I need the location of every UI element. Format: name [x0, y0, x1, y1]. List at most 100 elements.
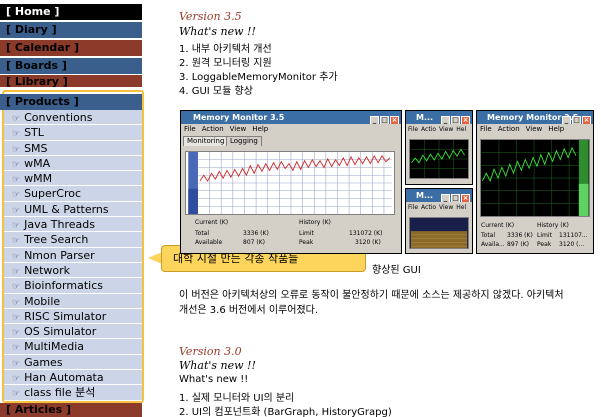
right-stats-peak-label: Peak [537, 241, 552, 248]
v35-item-4: 4. GUI 모듈 향상 [179, 86, 253, 97]
menu-action: Actio [421, 204, 437, 211]
pointing-hand-icon: ☞ [12, 205, 21, 216]
left-navigation: [ Home ] [ Diary ] [ Calendar ] [ Boards… [0, 0, 146, 417]
right-stats-avail-label: Availa... [481, 241, 505, 248]
main-stats-peak-label: Peak [299, 239, 314, 246]
product-item-label: Tree Search [24, 233, 89, 247]
pointing-hand-icon: ☞ [12, 343, 21, 354]
maximize-icon: □ [572, 116, 581, 124]
right-stats-total-value: 3336 (K) [507, 232, 533, 239]
close-icon: × [461, 116, 470, 124]
version-3-5-whats-new: What's new !! [179, 25, 256, 38]
pointing-hand-icon: ☞ [12, 144, 21, 155]
product-item-label: Bioinformatics [24, 279, 103, 293]
main-stats-limit-label: Limit [299, 230, 314, 237]
version-3-5-title: Version 3.5 [179, 10, 242, 23]
memory-monitor-window-small-top: M... _ □ × File Actio View Hel [405, 110, 473, 185]
nav-library[interactable]: [ Library ] [0, 75, 142, 87]
pointing-hand-icon: ☞ [12, 159, 21, 170]
product-item[interactable]: ☞ Conventions [4, 110, 142, 126]
menu-help: Hel [456, 204, 467, 211]
menu-action: Actio [421, 126, 437, 133]
right-stats-peak-value: 3120 (... [559, 241, 585, 248]
window-titlebar: M... _ □ × [406, 111, 472, 124]
product-item[interactable]: ☞ wMM [4, 171, 142, 187]
product-item[interactable]: ☞ Han Automata [4, 370, 142, 386]
product-item[interactable]: ☞ RISC Simulator [4, 308, 142, 325]
product-item[interactable]: ☞ MultiMedia [4, 339, 142, 355]
v35-description-line-1: 이 버전은 아키텍처상의 오류로 동작이 불안정하기 때문에 소스는 제공하지 … [179, 290, 564, 301]
menu-help: Hel [456, 126, 467, 133]
product-item[interactable]: ☞ class file 분석 [4, 385, 142, 401]
product-item-label: RISC Simulator [24, 309, 107, 323]
main-stats-total-label: Total [195, 230, 210, 237]
nav-home[interactable]: [ Home ] [0, 4, 142, 20]
product-item[interactable]: ☞ OS Simulator [4, 324, 142, 340]
memory-monitor-window-main: Memory Monitor 3.5 _ □ × File Action View Hel… [180, 110, 402, 254]
product-item[interactable]: ☞ Games [4, 354, 142, 371]
product-item[interactable]: ☞ Nmon Parser [4, 247, 142, 263]
pointing-hand-icon: ☞ [12, 297, 21, 308]
product-item[interactable]: ☞ Network [4, 262, 142, 279]
product-item[interactable]: ☞ STL [4, 125, 142, 141]
right-stats-current-header: Current (K) [481, 222, 515, 229]
product-item-label: STL [24, 126, 44, 140]
product-item-label: UML & Patterns [24, 202, 109, 216]
product-item-label: SuperCroc [24, 187, 82, 201]
v35-item-1: 1. 내부 아키텍처 개선 [179, 44, 272, 55]
right-stats-limit-value: 131107... [559, 232, 588, 239]
pointing-hand-icon: ☞ [12, 190, 21, 201]
product-item-label: Han Automata [24, 371, 104, 385]
product-item[interactable]: ☞ SuperCroc [4, 186, 142, 202]
v30-item-1: 1. 실제 모니터와 UI의 분리 [179, 393, 295, 404]
product-item[interactable]: ☞ Tree Search [4, 232, 142, 248]
small-history-graph [409, 139, 469, 179]
product-item-label: wMM [24, 172, 53, 186]
window-menubar: File Action View Help [477, 124, 593, 135]
nav-calendar[interactable]: [ Calendar ] [0, 40, 142, 56]
close-icon: × [582, 116, 591, 124]
nav-diary[interactable]: [ Diary ] [0, 22, 142, 38]
v35-description-line-2: 개선은 3.6 버전에서 이루어졌다. [179, 305, 319, 316]
window-menubar: File Actio View Hel [406, 202, 472, 213]
product-item[interactable]: ☞ wMA [4, 155, 142, 172]
product-item[interactable]: ☞ Bioinformatics [4, 278, 142, 294]
tab-logging: Logging [226, 136, 262, 146]
product-item[interactable]: ☞ Mobile [4, 293, 142, 309]
product-item-label: MultiMedia [24, 340, 85, 354]
pointing-hand-icon: ☞ [12, 236, 21, 247]
maximize-icon: □ [451, 194, 460, 202]
product-item[interactable]: ☞ Java Threads [4, 217, 142, 233]
right-stats-limit-label: Limit [537, 232, 552, 239]
memory-monitor-window-small-bottom: M... _ □ × File Actio View Hel [405, 188, 473, 254]
memory-monitor-window-right: Memory Monitor 3.5 _ □ × File Action View Hel… [476, 110, 594, 254]
product-item-label: Network [24, 263, 71, 277]
window-menubar: File Action View Help [181, 124, 401, 135]
product-item[interactable]: ☞ UML & Patterns [4, 201, 142, 218]
tooltip-pointer [148, 252, 162, 264]
small-bar-graph [409, 217, 469, 249]
menu-file: File [480, 125, 492, 133]
pointing-hand-icon: ☞ [12, 251, 21, 262]
menu-action: Action [201, 125, 224, 133]
v35-item-2: 2. 원격 모니터링 지원 [179, 58, 272, 69]
right-stats-total-label: Total [481, 232, 496, 239]
main-stats-total-value: 3336 (K) [243, 230, 269, 237]
pointing-hand-icon: ☞ [12, 221, 21, 232]
product-item-label: Java Threads [24, 218, 96, 232]
maximize-icon: □ [380, 116, 389, 124]
window-titlebar: Memory Monitor 3.5 _ □ × [181, 111, 401, 124]
minimize-icon: _ [562, 116, 571, 124]
nav-articles[interactable]: [ Articles ] [0, 403, 142, 417]
product-item-label: wMA [24, 156, 51, 170]
version-3-0-whats-new: What's new !! [179, 359, 256, 372]
nav-products[interactable]: [ Products ] [0, 94, 142, 110]
menu-view: View [525, 125, 543, 133]
menu-view: View [439, 204, 454, 211]
menu-view: View [229, 125, 247, 133]
window-title: M... [416, 191, 434, 200]
right-history-graph [480, 139, 590, 217]
product-item[interactable]: ☞ SMS [4, 140, 142, 156]
pointing-hand-icon: ☞ [12, 374, 21, 385]
nav-boards[interactable]: [ Boards ] [0, 58, 142, 74]
